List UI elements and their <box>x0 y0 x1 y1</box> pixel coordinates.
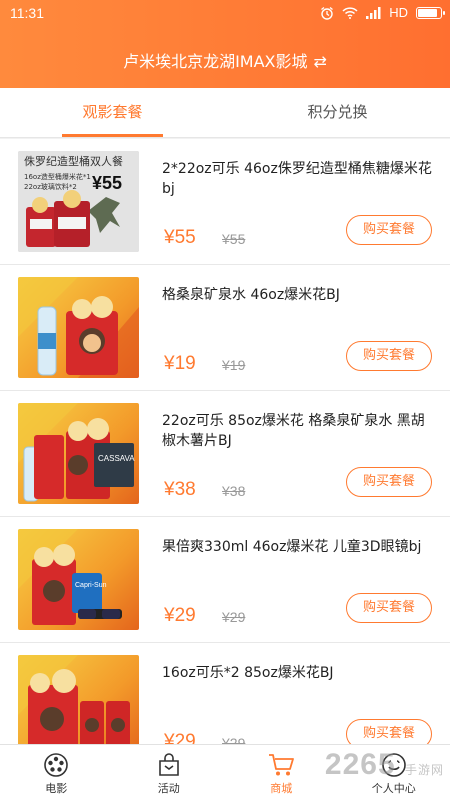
list-item[interactable]: Capri-Sun 果倍爽330ml 46oz爆米花 儿童3D眼镜bj ¥29 … <box>0 517 450 643</box>
original-price: ¥29 <box>222 609 246 625</box>
gift-bag-icon <box>158 753 179 776</box>
buy-package-button[interactable]: 购买套餐 <box>346 593 432 623</box>
battery-icon <box>416 6 445 19</box>
package-price: ¥29 <box>164 731 196 744</box>
buy-package-button[interactable]: 购买套餐 <box>346 215 432 245</box>
buy-package-button[interactable]: 购买套餐 <box>346 467 432 497</box>
image-caption-line: 22oz玻璃饮料*2 <box>24 182 77 191</box>
tab-bar: 观影套餐 积分兑换 <box>0 88 450 138</box>
list-item[interactable]: 格桑泉矿泉水 46oz爆米花BJ ¥19 ¥19 购买套餐 <box>0 265 450 391</box>
package-title: 16oz可乐*2 85oz爆米花BJ <box>162 665 334 681</box>
original-price: ¥55 <box>222 231 246 247</box>
package-image: CASSAVA <box>18 403 139 504</box>
cart-icon <box>269 754 295 776</box>
nav-label: 电影 <box>45 782 68 795</box>
list-item[interactable]: CASSAVA 22oz可乐 85oz爆米花 格桑泉矿泉水 黑胡椒木薯片BJ ¥… <box>0 391 450 517</box>
package-image <box>18 277 139 378</box>
package-image <box>18 655 139 744</box>
original-price: ¥19 <box>222 357 246 373</box>
bottom-nav: 电影 活动 商城 个人中心 <box>0 744 450 800</box>
network-type: HD <box>389 5 408 20</box>
tab-points-exchange[interactable]: 积分兑换 <box>225 88 450 137</box>
original-price: ¥29 <box>222 735 246 744</box>
package-price: ¥19 <box>164 353 196 374</box>
nav-label: 个人中心 <box>371 782 416 795</box>
buy-package-button[interactable]: 购买套餐 <box>346 719 432 744</box>
status-time: 11:31 <box>10 5 44 21</box>
nav-label: 商城 <box>270 782 293 795</box>
cinema-selector[interactable]: 卢米埃北京龙湖IMAX影城 ⇄ <box>0 48 450 72</box>
svg-text:Capri-Sun: Capri-Sun <box>75 582 107 589</box>
list-item[interactable]: 侏罗纪造型桶双人餐 16oz造型桶爆米花*1 22oz玻璃饮料*2 ¥55 2*… <box>0 139 450 265</box>
image-caption-line: 16oz造型桶爆米花*1 <box>24 172 91 181</box>
nav-profile[interactable]: 个人中心 <box>338 745 450 800</box>
alarm-icon <box>321 6 334 20</box>
status-bar: 11:31 HD <box>0 0 450 28</box>
buy-package-button[interactable]: 购买套餐 <box>346 341 432 371</box>
package-title: 格桑泉矿泉水 46oz爆米花BJ <box>162 287 340 303</box>
tab-movie-package[interactable]: 观影套餐 <box>0 88 225 137</box>
image-caption-price: ¥55 <box>92 173 122 193</box>
package-title: 22oz可乐 85oz爆米花 格桑泉矿泉水 黑胡椒木薯片BJ <box>162 413 425 449</box>
app-header: 11:31 HD 卢米埃北京龙湖IMAX影城 ⇄ <box>0 0 450 88</box>
package-title: 果倍爽330ml 46oz爆米花 儿童3D眼镜bj <box>162 539 422 555</box>
film-reel-icon <box>44 753 69 777</box>
package-image: 侏罗纪造型桶双人餐 16oz造型桶爆米花*1 22oz玻璃饮料*2 ¥55 <box>18 151 139 252</box>
image-caption-title: 侏罗纪造型桶双人餐 <box>24 154 123 168</box>
list-item[interactable]: 16oz可乐*2 85oz爆米花BJ ¥29 ¥29 购买套餐 <box>0 643 450 744</box>
package-title: 2*22oz可乐 46oz侏罗纪造型桶焦糖爆米花bj <box>162 161 432 197</box>
original-price: ¥38 <box>222 483 246 499</box>
swap-icon[interactable]: ⇄ <box>314 52 327 71</box>
nav-activity[interactable]: 活动 <box>113 745 226 800</box>
package-price: ¥38 <box>164 479 196 500</box>
package-image: Capri-Sun <box>18 529 139 630</box>
cinema-name: 卢米埃北京龙湖IMAX影城 <box>123 52 308 71</box>
wifi-icon <box>342 6 358 19</box>
signal-icon <box>366 6 381 19</box>
package-price: ¥55 <box>164 227 196 248</box>
svg-text:CASSAVA: CASSAVA <box>98 454 135 463</box>
package-list[interactable]: 侏罗纪造型桶双人餐 16oz造型桶爆米花*1 22oz玻璃饮料*2 ¥55 2*… <box>0 139 450 744</box>
status-icons: HD <box>320 5 445 20</box>
user-icon <box>381 753 406 777</box>
nav-label: 活动 <box>157 782 180 795</box>
package-price: ¥29 <box>164 605 196 626</box>
nav-mall[interactable]: 商城 <box>225 745 338 800</box>
nav-movie[interactable]: 电影 <box>0 745 113 800</box>
